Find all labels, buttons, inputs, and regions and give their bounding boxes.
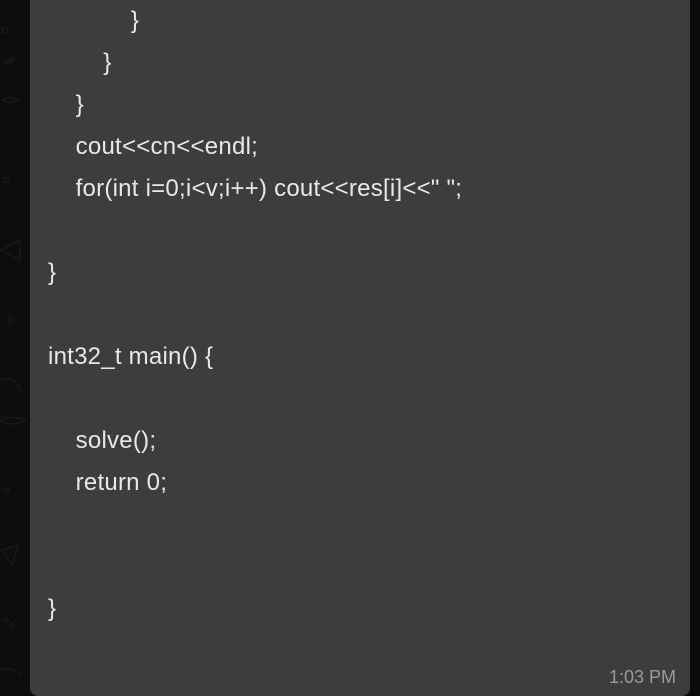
message-timestamp: 1:03 PM [609, 667, 676, 688]
message-bubble[interactable]: } } } cout<<cn<<endl; for(int i=0;i<v;i+… [30, 0, 690, 696]
code-block: } } } cout<<cn<<endl; for(int i=0;i<v;i+… [48, 0, 672, 630]
chat-background-pattern [0, 0, 30, 696]
